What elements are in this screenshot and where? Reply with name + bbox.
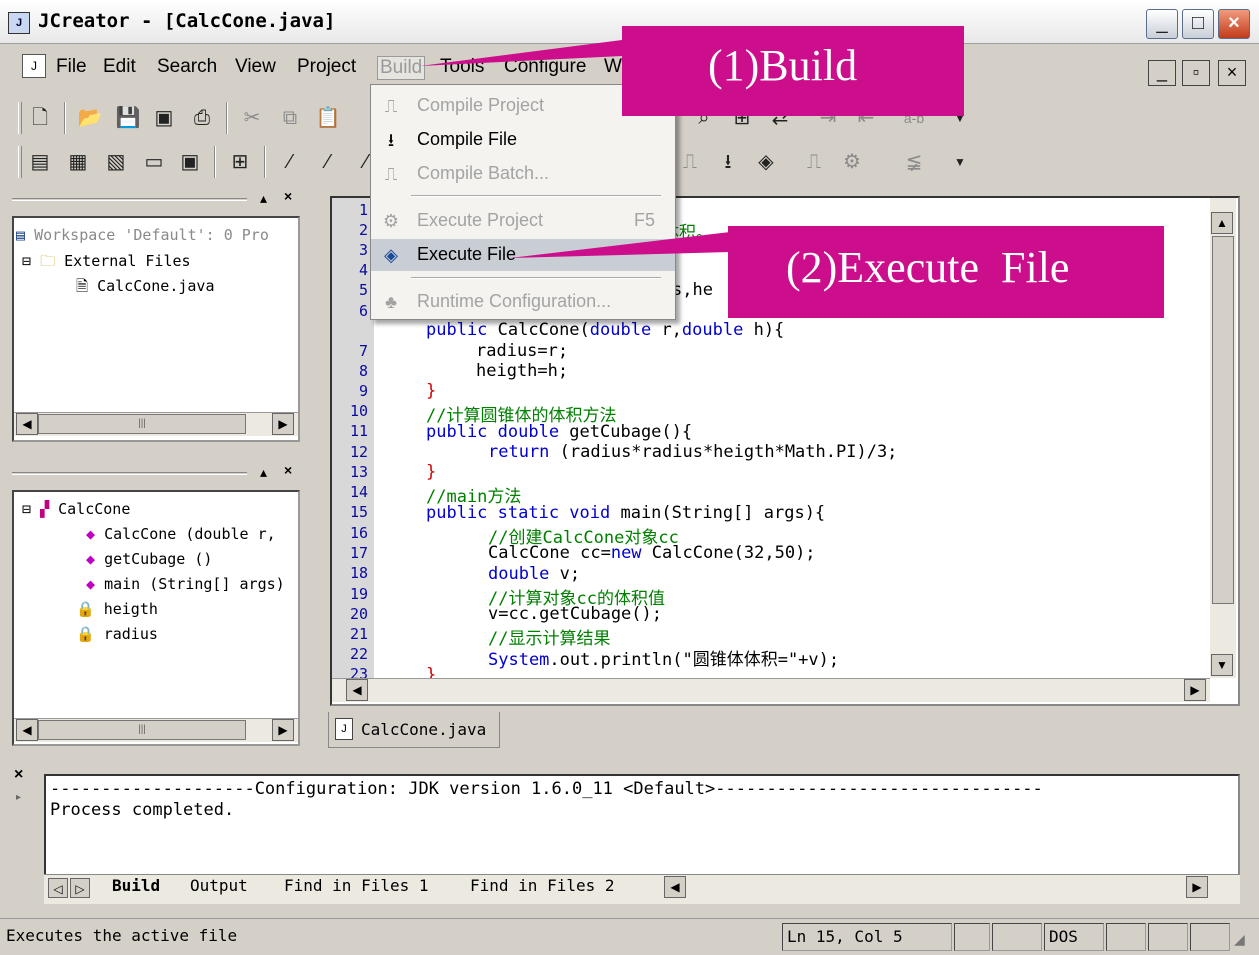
status-bar: Executes the active file Ln 15, Col 5 DO… (0, 918, 1259, 955)
line-ending-mode: DOS (1044, 923, 1104, 951)
resize-grip-icon[interactable]: ◢ (1234, 931, 1245, 948)
execute-callout: (2)Execute File (728, 226, 1164, 318)
output-close-icon[interactable]: × (14, 766, 23, 784)
status-cell (1190, 923, 1230, 951)
tab-scroll-left-icon[interactable]: ◁ (48, 878, 68, 898)
status-cell (1106, 923, 1146, 951)
output-status-line: Process completed. (50, 800, 235, 820)
tab-scroll-right-icon[interactable]: ▷ (70, 878, 90, 898)
status-cell (954, 923, 990, 951)
status-cell (992, 923, 1042, 951)
output-scroll-right-icon[interactable]: ▶ (1186, 876, 1208, 898)
tab-build[interactable]: Build (112, 876, 160, 895)
tab-output[interactable]: Output (190, 876, 248, 895)
cursor-position: Ln 15, Col 5 (782, 923, 952, 951)
status-cell (1148, 923, 1188, 951)
execute-pointer (510, 232, 730, 258)
tab-find-in-files-2[interactable]: Find in Files 2 (470, 876, 615, 895)
output-config-line: --------------------Configuration: JDK v… (50, 779, 1043, 799)
output-scroll-left-icon[interactable]: ◀ (664, 876, 686, 898)
tab-find-in-files-1[interactable]: Find in Files 1 (284, 876, 429, 895)
build-callout: (1)Build (622, 26, 964, 116)
status-message: Executes the active file (6, 926, 238, 945)
output-expand-icon[interactable]: ▸ (16, 792, 21, 803)
build-pointer (420, 40, 622, 66)
